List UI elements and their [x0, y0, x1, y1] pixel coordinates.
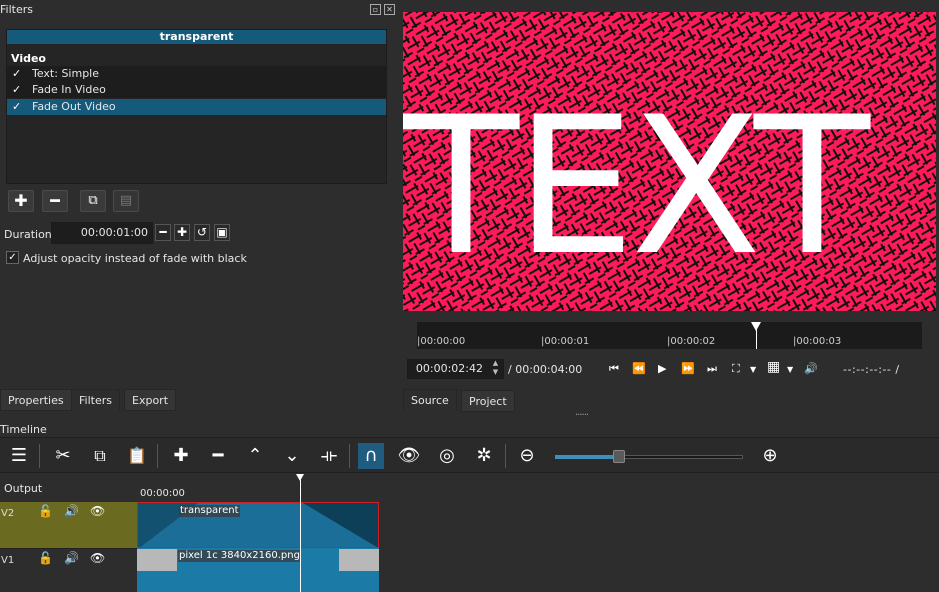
tab-filters[interactable]: Filters: [71, 389, 120, 411]
clip-label: transparent: [179, 505, 240, 517]
track-header-v2[interactable]: V2 🔓 🔊 👁: [0, 502, 137, 548]
fast-forward-icon[interactable]: ⏩: [681, 362, 695, 375]
track-name: V1: [1, 555, 15, 566]
check-icon[interactable]: ✓: [12, 99, 21, 115]
copy-filters-button[interactable]: ⧉: [80, 190, 106, 212]
clip-label: pixel 1c 3840x2160.png: [178, 550, 301, 562]
total-duration: / 00:00:04:00: [508, 363, 583, 376]
zoom-in-icon[interactable]: ⊕: [757, 443, 783, 469]
splitter-handle[interactable]: ......: [575, 407, 589, 418]
check-icon[interactable]: ✓: [12, 82, 21, 98]
remove-icon[interactable]: ━: [205, 443, 231, 469]
clip-transparent[interactable]: transparent: [137, 502, 379, 548]
eye-icon[interactable]: 👁: [90, 551, 105, 565]
tab-project[interactable]: Project: [461, 390, 515, 412]
filter-item-fade-out-video[interactable]: ✓ Fade Out Video: [7, 99, 386, 115]
chevron-down-icon[interactable]: ▼: [750, 365, 756, 374]
zoom-view-icon[interactable]: ⛶: [732, 362, 740, 376]
filter-item-text-simple[interactable]: ✓ Text: Simple: [7, 66, 386, 82]
filter-list: transparent Video ✓ Text: Simple ✓ Fade …: [6, 29, 387, 184]
clip-name-header: transparent: [7, 30, 386, 44]
grid-icon[interactable]: ▦: [767, 359, 780, 375]
scrub-eye-icon[interactable]: 👁: [396, 443, 422, 469]
mute-icon[interactable]: 🔊: [64, 504, 79, 518]
timeline-title: Timeline: [0, 423, 47, 436]
zoom-slider-handle[interactable]: [613, 450, 625, 463]
float-panel-icon[interactable]: ▫: [370, 4, 381, 15]
toolbar-divider: [157, 444, 158, 468]
tab-properties[interactable]: Properties: [0, 389, 72, 411]
reset-duration-icon[interactable]: ↺: [194, 224, 210, 241]
fade-ramp-graphic: [138, 503, 378, 547]
zoom-out-icon[interactable]: ⊖: [514, 443, 540, 469]
cut-icon[interactable]: ✂: [50, 443, 76, 469]
time-spin-icon[interactable]: ▲ ▼: [488, 359, 503, 379]
clip-thumbnail: [137, 549, 177, 571]
player-playhead-handle[interactable]: [751, 322, 761, 331]
duration-field[interactable]: 00:00:01:00: [51, 222, 153, 244]
split-icon[interactable]: ⟛: [316, 443, 342, 469]
video-category-label: Video: [11, 52, 46, 65]
menu-icon[interactable]: ☰: [6, 443, 32, 469]
snap-magnet-icon[interactable]: ∩: [358, 443, 384, 469]
track-name: V2: [1, 508, 15, 519]
track-header-v1[interactable]: V1 🔓 🔊 👁: [0, 548, 137, 592]
timeline-playhead[interactable]: [300, 474, 301, 592]
overwrite-icon[interactable]: ⌄: [279, 443, 305, 469]
timeline-ruler[interactable]: [137, 474, 939, 502]
clip-pixel-png[interactable]: pixel 1c 3840x2160.png: [137, 548, 379, 592]
timeline-playhead-handle[interactable]: [296, 474, 304, 481]
add-filter-button[interactable]: ✚: [8, 190, 34, 212]
play-icon[interactable]: ▶: [658, 362, 666, 375]
timeline-ruler-time: 00:00:00: [140, 488, 185, 499]
save-preset-icon[interactable]: ▣: [214, 224, 230, 241]
timeline-toolbar: ☰ ✂ ⧉ 📋 ✚ ━ ⌃ ⌄ ⟛ ∩ 👁 ◎ ✲ ⊖ ⊕: [0, 437, 939, 473]
append-icon[interactable]: ✚: [168, 443, 194, 469]
player-time-ruler[interactable]: |00:00:00 |00:00:01 |00:00:02 |00:00:03: [417, 322, 922, 349]
copy-icon[interactable]: ⧉: [87, 443, 113, 469]
ripple-icon[interactable]: ◎: [434, 443, 460, 469]
ruler-label: |00:00:03: [793, 336, 842, 347]
tab-source[interactable]: Source: [403, 389, 457, 411]
toolbar-divider: [349, 444, 350, 468]
in-out-point: --:--:--:-- /: [843, 363, 900, 376]
video-preview: TEXT: [403, 12, 936, 311]
ruler-label: |00:00:01: [541, 336, 590, 347]
increase-duration-button[interactable]: ✚: [174, 224, 190, 241]
ruler-label: |00:00:00: [417, 336, 466, 347]
clip-thumbnail: [339, 549, 379, 571]
duration-label: Duration: [4, 228, 52, 241]
decrease-duration-button[interactable]: ━: [155, 224, 171, 241]
chevron-down-icon[interactable]: ▼: [787, 365, 793, 374]
toolbar-divider: [39, 444, 40, 468]
skip-to-start-icon[interactable]: ⏮: [609, 362, 619, 376]
tab-export[interactable]: Export: [124, 389, 177, 411]
rewind-icon[interactable]: ⏪: [632, 362, 646, 375]
remove-filter-button[interactable]: ━: [42, 190, 68, 212]
paste-filters-button[interactable]: ▤: [113, 190, 139, 212]
opacity-checkbox-label: Adjust opacity instead of fade with blac…: [23, 252, 247, 265]
filter-item-label: Fade Out Video: [32, 100, 116, 113]
lock-icon[interactable]: 🔓: [38, 551, 53, 565]
volume-icon[interactable]: 🔊: [804, 362, 818, 375]
opacity-checkbox[interactable]: ✓: [6, 251, 19, 264]
toolbar-divider: [505, 444, 506, 468]
ripple-all-icon[interactable]: ✲: [471, 443, 497, 469]
filter-item-label: Fade In Video: [32, 83, 106, 96]
zoom-slider-fill: [555, 455, 619, 459]
mute-icon[interactable]: 🔊: [64, 551, 79, 565]
lift-icon[interactable]: ⌃: [242, 443, 268, 469]
eye-icon[interactable]: 👁: [90, 504, 105, 518]
output-label: Output: [4, 482, 43, 495]
check-icon[interactable]: ✓: [12, 66, 21, 82]
ruler-label: |00:00:02: [667, 336, 716, 347]
filters-panel-title: Filters: [0, 3, 33, 16]
filter-item-label: Text: Simple: [32, 67, 100, 80]
skip-to-end-icon[interactable]: ⏭: [707, 362, 717, 376]
filter-item-fade-in-video[interactable]: ✓ Fade In Video: [7, 82, 386, 98]
lock-icon[interactable]: 🔓: [38, 504, 53, 518]
paste-icon[interactable]: 📋: [124, 443, 150, 469]
preview-overlay-text: TEXT: [403, 76, 870, 297]
close-panel-icon[interactable]: ✕: [384, 4, 395, 15]
